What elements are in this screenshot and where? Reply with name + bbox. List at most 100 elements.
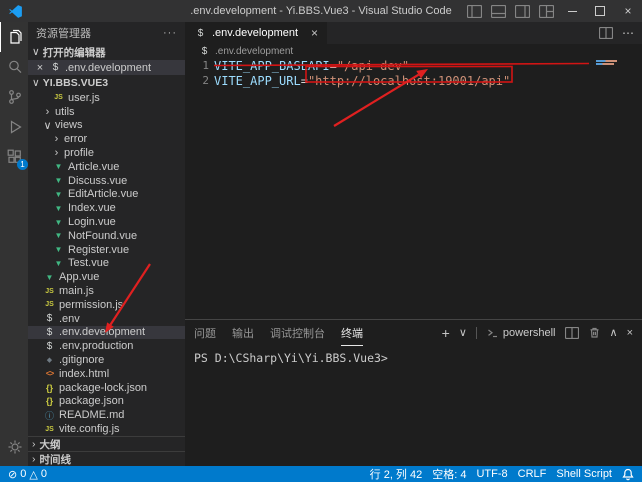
file-type-icon: ▼ bbox=[43, 273, 56, 282]
split-terminal-icon[interactable] bbox=[565, 327, 579, 339]
settings-gear[interactable] bbox=[0, 432, 29, 462]
code-line[interactable]: 2 VITE_APP_URL="http://localhost:19001/a… bbox=[185, 73, 642, 88]
tree-item[interactable]: utils bbox=[28, 105, 185, 119]
tree-item[interactable]: ▼ NotFound.vue bbox=[28, 229, 185, 243]
editor-code-area[interactable]: 1 VITE_APP_BASEAPI="/api-dev" 2 VITE_APP… bbox=[185, 58, 642, 319]
env-file-icon: $ bbox=[198, 46, 211, 57]
tree-item[interactable]: $ .env.production bbox=[28, 339, 185, 353]
chevron-down-icon bbox=[32, 46, 40, 58]
project-section[interactable]: YI.BBS.VUE3 bbox=[28, 75, 185, 91]
minimap[interactable] bbox=[596, 60, 618, 66]
warnings-icon bbox=[29, 468, 37, 481]
breadcrumb[interactable]: $ .env.development bbox=[185, 44, 642, 58]
close-tab-icon[interactable] bbox=[311, 26, 318, 40]
folder-chevron-icon bbox=[52, 147, 61, 159]
tree-item[interactable]: {} package.json bbox=[28, 395, 185, 409]
search-tab[interactable] bbox=[0, 52, 29, 82]
maximize-panel-icon[interactable] bbox=[610, 326, 618, 339]
tree-item[interactable]: ◆ .gitignore bbox=[28, 353, 185, 367]
file-type-icon: ◆ bbox=[43, 356, 56, 364]
status-eol[interactable]: CRLF bbox=[518, 468, 547, 480]
tree-item[interactable]: $ .env.development bbox=[28, 326, 185, 340]
tree-item[interactable]: {} package-lock.json bbox=[28, 381, 185, 395]
panel-tab[interactable]: 输出 bbox=[232, 320, 254, 346]
file-type-icon: ▼ bbox=[52, 259, 65, 268]
tree-item[interactable]: ▼ Test.vue bbox=[28, 257, 185, 271]
line-number: 1 bbox=[185, 59, 209, 72]
tree-item[interactable]: ⓘ README.md bbox=[28, 408, 185, 422]
close-panel-icon[interactable] bbox=[627, 327, 633, 339]
toggle-sidebar-icon[interactable] bbox=[462, 0, 486, 22]
minimap-line-2 bbox=[596, 63, 614, 65]
vscode-window: .env.development - Yi.BBS.Vue3 - Visual … bbox=[0, 0, 642, 482]
terminal-powershell-item[interactable]: powershell bbox=[486, 327, 556, 339]
panel-tab[interactable]: 调试控制台 bbox=[270, 320, 325, 346]
notifications-bell-icon[interactable] bbox=[622, 468, 634, 481]
file-type-icon: <> bbox=[43, 369, 56, 378]
tree-item[interactable]: JS user.js bbox=[28, 91, 185, 105]
file-name: vite.config.js bbox=[59, 423, 120, 435]
open-editor-item[interactable]: $ .env.development bbox=[28, 60, 185, 75]
file-name: index.html bbox=[59, 368, 109, 380]
terminal-profile-dropdown-icon[interactable] bbox=[459, 326, 467, 339]
file-name: Login.vue bbox=[68, 216, 116, 228]
status-cursor-position[interactable]: 行 2, 列 42 bbox=[370, 466, 423, 482]
tree-item[interactable]: views bbox=[28, 119, 185, 133]
run-debug-tab[interactable] bbox=[0, 112, 29, 142]
file-type-icon: {} bbox=[43, 396, 56, 406]
split-editor-icon[interactable] bbox=[599, 27, 613, 39]
editor-more-actions-icon[interactable] bbox=[622, 26, 634, 40]
maximize-button[interactable] bbox=[586, 0, 614, 22]
customize-layout-icon[interactable] bbox=[534, 0, 558, 22]
file-name: App.vue bbox=[59, 271, 99, 283]
kill-terminal-trash-icon[interactable] bbox=[588, 326, 601, 339]
tree-item[interactable]: ▼ Index.vue bbox=[28, 201, 185, 215]
chevron-right-icon bbox=[32, 453, 36, 465]
tab-env-development[interactable]: $ .env.development bbox=[185, 22, 327, 44]
panel-tab[interactable]: 终端 bbox=[341, 320, 363, 346]
tree-item[interactable]: ▼ Register.vue bbox=[28, 243, 185, 257]
new-terminal-icon[interactable] bbox=[442, 325, 450, 341]
folder-chevron-icon bbox=[52, 133, 61, 145]
tree-item[interactable]: ▼ Discuss.vue bbox=[28, 174, 185, 188]
tree-item[interactable]: ▼ App.vue bbox=[28, 270, 185, 284]
toggle-panel-icon[interactable] bbox=[486, 0, 510, 22]
status-language[interactable]: Shell Script bbox=[556, 468, 612, 480]
minimize-button[interactable] bbox=[558, 0, 586, 22]
file-type-icon: JS bbox=[43, 301, 56, 308]
tree-item[interactable]: ▼ Article.vue bbox=[28, 160, 185, 174]
code-line[interactable]: 1 VITE_APP_BASEAPI="/api-dev" bbox=[185, 58, 642, 73]
tree-item[interactable]: JS permission.js bbox=[28, 298, 185, 312]
tree-item[interactable]: $ .env bbox=[28, 312, 185, 326]
tree-item[interactable]: ▼ EditArticle.vue bbox=[28, 188, 185, 202]
status-encoding[interactable]: UTF-8 bbox=[476, 468, 507, 480]
tree-item[interactable]: error bbox=[28, 132, 185, 146]
timeline-section[interactable]: 时间线 bbox=[28, 451, 185, 466]
outline-section[interactable]: 大纲 bbox=[28, 436, 185, 451]
env-file-icon: $ bbox=[194, 28, 207, 39]
explorer-more-actions-icon[interactable] bbox=[163, 27, 177, 39]
explorer-tab[interactable] bbox=[0, 22, 29, 52]
tree-item[interactable]: profile bbox=[28, 146, 185, 160]
search-icon bbox=[6, 58, 24, 76]
file-type-icon: ▼ bbox=[52, 245, 65, 254]
title-bar: .env.development - Yi.BBS.Vue3 - Visual … bbox=[0, 0, 642, 22]
extensions-tab[interactable]: 1 bbox=[0, 142, 29, 172]
status-indentation[interactable]: 空格: 4 bbox=[432, 466, 466, 482]
tree-item[interactable]: JS vite.config.js bbox=[28, 422, 185, 436]
gear-icon bbox=[6, 438, 24, 456]
code-lines: 1 VITE_APP_BASEAPI="/api-dev" 2 VITE_APP… bbox=[185, 58, 642, 88]
tree-item[interactable]: <> index.html bbox=[28, 367, 185, 381]
close-editor-icon[interactable] bbox=[34, 62, 46, 74]
source-control-tab[interactable] bbox=[0, 82, 29, 112]
tree-item[interactable]: ▼ Login.vue bbox=[28, 215, 185, 229]
close-window-button[interactable]: × bbox=[614, 0, 642, 22]
tree-item[interactable]: JS main.js bbox=[28, 284, 185, 298]
toggle-secondary-sidebar-icon[interactable] bbox=[510, 0, 534, 22]
panel-tab[interactable]: 问题 bbox=[194, 320, 216, 346]
open-editors-section[interactable]: 打开的编辑器 bbox=[28, 44, 185, 60]
file-name: user.js bbox=[68, 92, 100, 104]
file-type-icon: $ bbox=[43, 327, 56, 338]
status-problems[interactable]: 0 0 bbox=[8, 468, 47, 481]
terminal-content[interactable]: PS D:\CSharp\Yi\Yi.BBS.Vue3> bbox=[185, 345, 642, 466]
